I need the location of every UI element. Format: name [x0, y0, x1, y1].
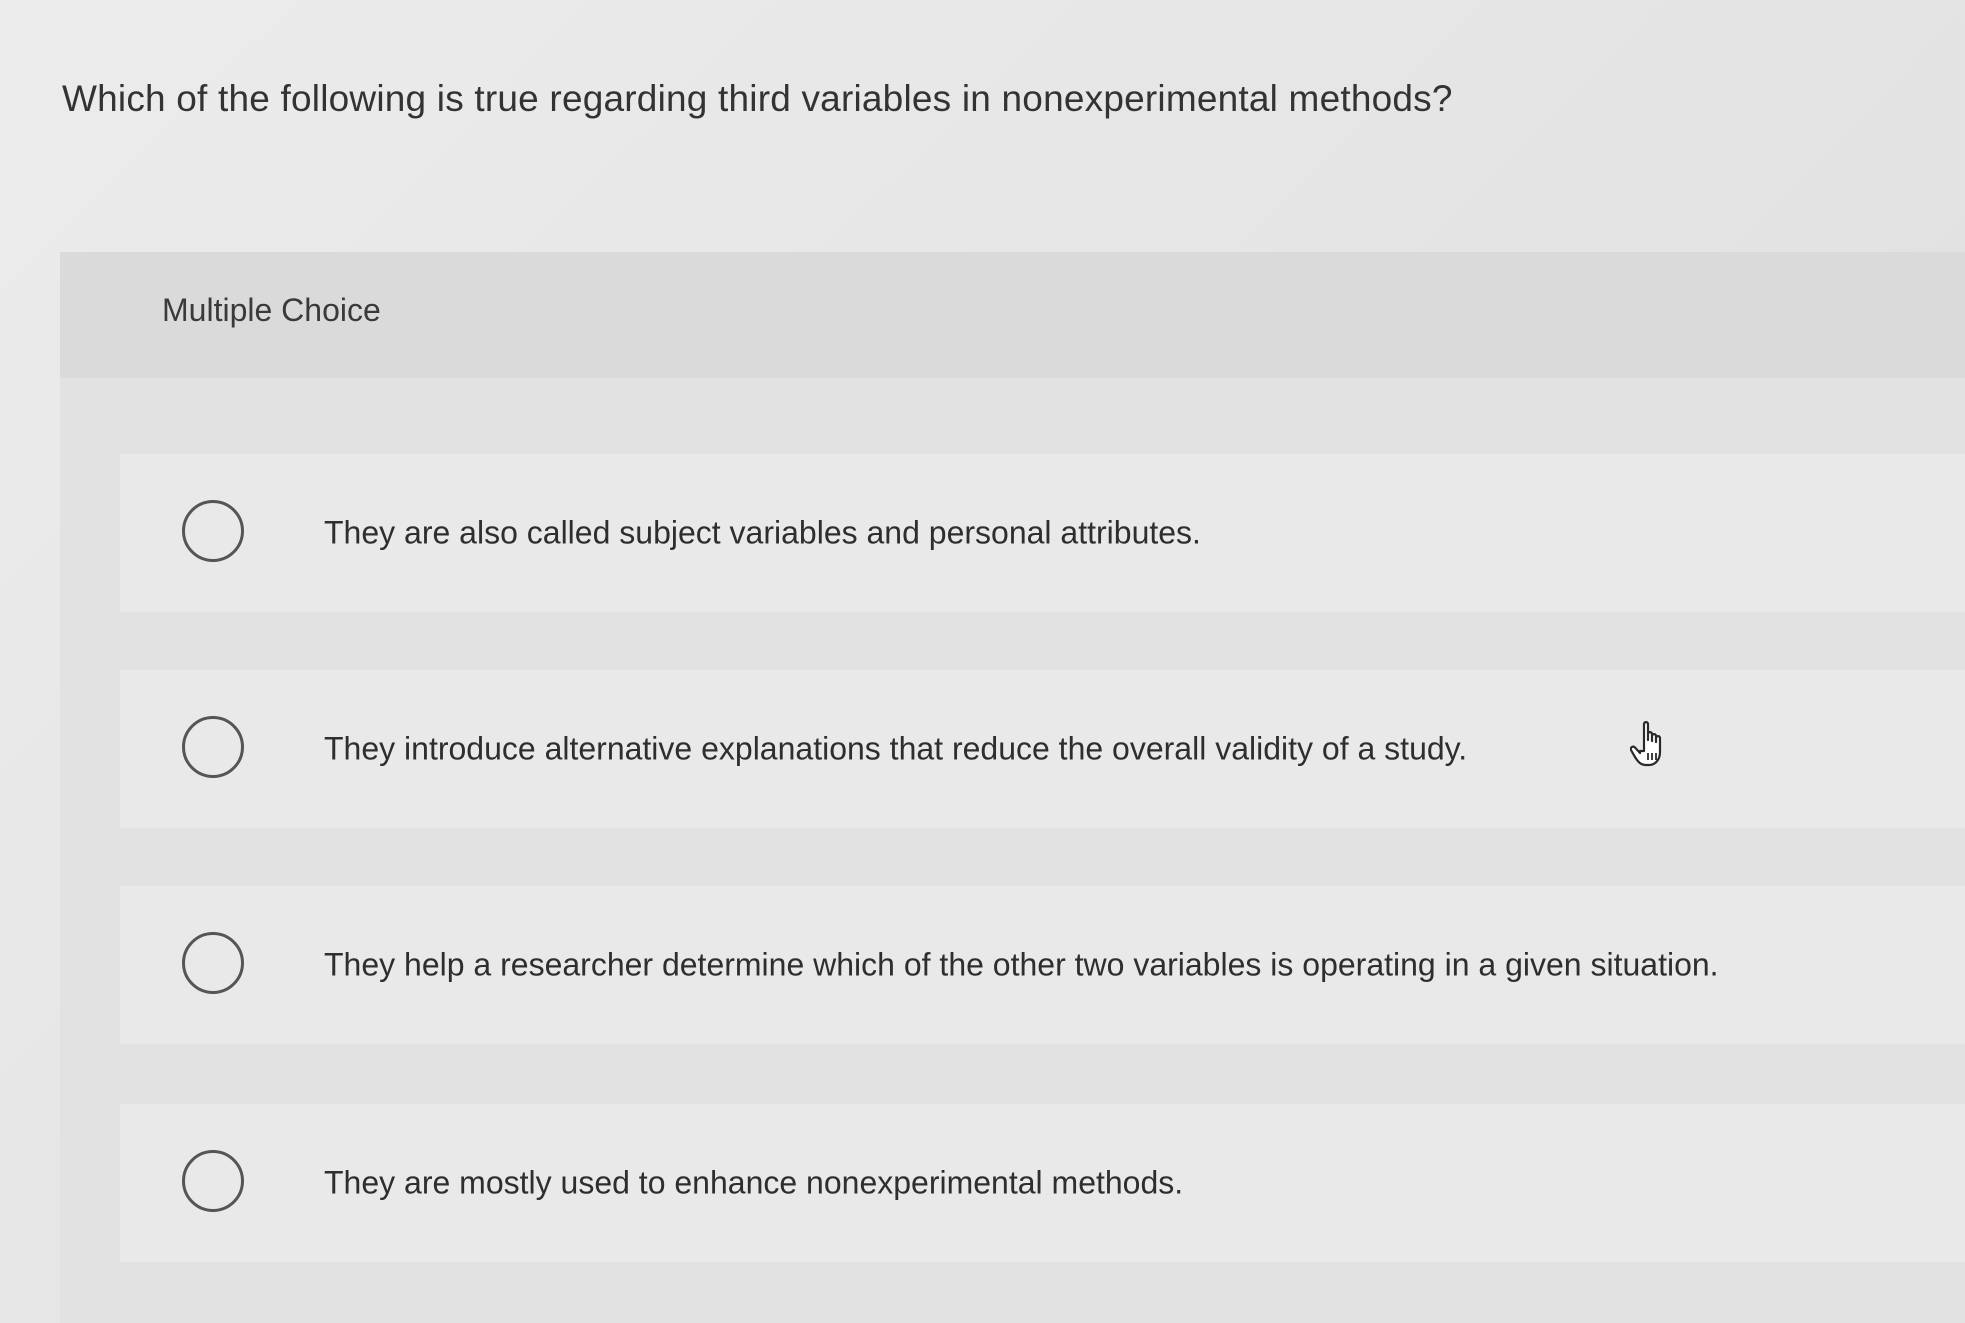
option-a-text: They are also called subject variables a…: [324, 514, 1201, 551]
radio-button-c[interactable]: [182, 932, 244, 994]
option-a[interactable]: They are also called subject variables a…: [120, 454, 1965, 612]
option-b[interactable]: They introduce alternative explanations …: [120, 670, 1965, 828]
radio-button-a[interactable]: [182, 500, 244, 562]
options-list: They are also called subject variables a…: [60, 378, 1965, 1323]
option-c-text: They help a researcher determine which o…: [324, 946, 1719, 983]
multiple-choice-panel: Multiple Choice They are also called sub…: [60, 252, 1965, 1323]
radio-button-d[interactable]: [182, 1150, 244, 1212]
option-c[interactable]: They help a researcher determine which o…: [120, 886, 1965, 1044]
option-d[interactable]: They are mostly used to enhance nonexper…: [120, 1104, 1965, 1262]
quiz-page: Which of the following is true regarding…: [0, 0, 1965, 1323]
panel-header: Multiple Choice: [60, 252, 1965, 378]
question-text: Which of the following is true regarding…: [62, 78, 1453, 119]
hand-pointer-icon: [1630, 721, 1662, 767]
option-d-text: They are mostly used to enhance nonexper…: [324, 1164, 1184, 1201]
radio-button-b[interactable]: [182, 716, 244, 778]
option-b-text: They introduce alternative explanations …: [324, 730, 1468, 767]
multiple-choice-label: Multiple Choice: [162, 292, 381, 328]
